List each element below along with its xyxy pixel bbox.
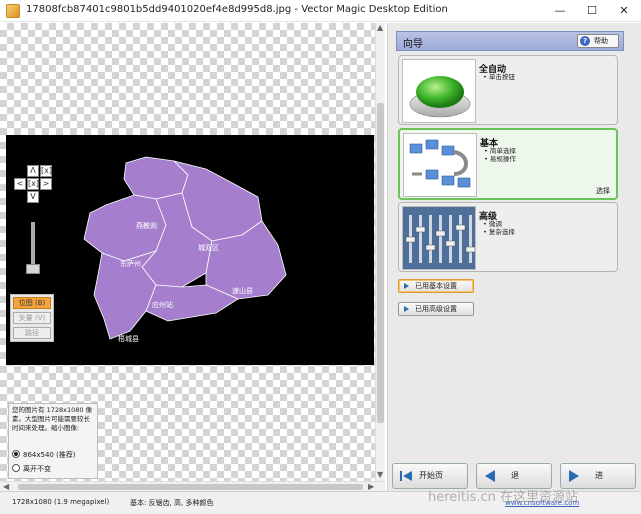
start-page-label: 开始页	[419, 471, 443, 480]
back-arrow-icon	[485, 470, 495, 482]
map-label: 城双区	[198, 244, 219, 252]
map-label: 燕教则	[136, 221, 157, 230]
size-info-text: 您的图片有 1728x1080 像素。大型图片可能需要较长时间来处理。缩小图像:	[12, 406, 93, 432]
resize-option-label: 864x540 (推荐)	[23, 451, 76, 459]
workflow-icon	[403, 133, 477, 197]
help-icon: ?	[580, 36, 590, 46]
vector-mode-button[interactable]: 矢量 (V)	[13, 312, 51, 324]
wizard-option-basic[interactable]: 基本 简单选择 易规操作 选择	[398, 128, 618, 200]
mode-status: 基本: 反锯齿, 高, 多种颜色	[130, 499, 214, 507]
option-bullets: 微调 复杂选择	[483, 220, 515, 236]
resize-option-recommended[interactable]: 864x540 (推荐)	[12, 450, 76, 460]
window-title: 17808fcb87401c9801b5dd9401020ef4e8d995d8…	[26, 4, 448, 15]
option-bullets: 单击按钮	[483, 73, 515, 81]
resize-option-keep[interactable]: 离开不变	[12, 464, 51, 474]
next-label: 进	[595, 471, 603, 480]
select-label[interactable]: 选择	[596, 186, 610, 196]
center-button[interactable]: [x]	[27, 178, 39, 190]
advanced-settings-button[interactable]: 已用高级设置	[398, 302, 474, 316]
pan-controls: Λ [x] < [x] > V	[10, 162, 56, 208]
resize-option-label: 离开不变	[23, 465, 51, 473]
map-label: 东萨州	[120, 259, 141, 268]
vertical-scroll-thumb[interactable]	[377, 103, 384, 423]
option-bullets: 简单选择 易规操作	[484, 147, 516, 163]
app-icon	[6, 4, 20, 18]
back-label: 退	[511, 471, 519, 480]
title-bar: 17808fcb87401c9801b5dd9401020ef4e8d995d8…	[0, 0, 641, 22]
option-bullet: 易规操作	[484, 155, 516, 163]
scroll-up-icon[interactable]: ▲	[377, 23, 383, 33]
option-bullet: 微调	[483, 220, 515, 228]
help-button[interactable]: ? 帮助	[577, 34, 619, 48]
path-mode-checkbox[interactable]: 路径	[13, 327, 51, 339]
wizard-option-advanced[interactable]: 高级 微调 复杂选择	[398, 202, 618, 272]
next-arrow-icon	[569, 470, 579, 482]
option-bullet: 简单选择	[484, 147, 516, 155]
wizard-header: 向导 ? 帮助	[396, 31, 624, 51]
first-page-icon	[400, 471, 412, 481]
map-label: 梧城县	[118, 334, 139, 343]
wizard-title: 向导	[403, 39, 423, 50]
help-label: 帮助	[594, 37, 608, 45]
wizard-panel: 向导 ? 帮助 全自动 单击按钮	[387, 23, 641, 491]
watermark-text: hereitis.cn 在这里资源站	[428, 490, 579, 505]
option-bullet: 单击按钮	[483, 73, 515, 81]
basic-settings-label: 已用基本设置	[415, 282, 457, 290]
basic-settings-button[interactable]: 已用基本设置	[398, 279, 474, 293]
fit-button[interactable]: [x]	[40, 165, 52, 177]
pan-left-button[interactable]: <	[14, 178, 26, 190]
green-button-icon	[402, 59, 476, 123]
pan-right-button[interactable]: >	[40, 178, 52, 190]
play-icon	[404, 283, 409, 289]
horizontal-scrollbar[interactable]: ◀ ▶	[0, 481, 385, 491]
image-size-status: 1728x1080 (1.9 megapixel)	[12, 498, 110, 506]
advanced-settings-label: 已用高级设置	[415, 305, 457, 313]
bitmap-mode-button[interactable]: 位图 (B)	[13, 297, 51, 309]
view-mode-panel: 位图 (B) 矢量 (V) 路径	[10, 294, 54, 342]
mixer-console-icon	[402, 206, 476, 270]
pan-up-button[interactable]: Λ	[27, 165, 39, 177]
map-label: 速山县	[232, 286, 253, 295]
horizontal-scroll-thumb[interactable]	[18, 484, 363, 490]
radio-selected-icon[interactable]	[12, 450, 20, 458]
close-button[interactable]: ✕	[604, 0, 641, 22]
size-info-panel: 您的图片有 1728x1080 像素。大型图片可能需要较长时间来处理。缩小图像:…	[8, 403, 98, 479]
zoom-slider-thumb[interactable]	[26, 264, 40, 274]
play-icon	[404, 306, 409, 312]
map-image: 燕教则 东萨州 城双区 应州站 速山县 梧城县	[83, 156, 287, 343]
option-bullet: 复杂选择	[483, 228, 515, 236]
vertical-scrollbar[interactable]: ▲ ▼	[375, 23, 385, 481]
map-label: 应州站	[152, 300, 173, 309]
scroll-down-icon[interactable]: ▼	[377, 470, 383, 480]
radio-icon[interactable]	[12, 464, 20, 472]
wizard-option-auto[interactable]: 全自动 单击按钮	[398, 55, 618, 125]
pan-down-button[interactable]: V	[27, 191, 39, 203]
